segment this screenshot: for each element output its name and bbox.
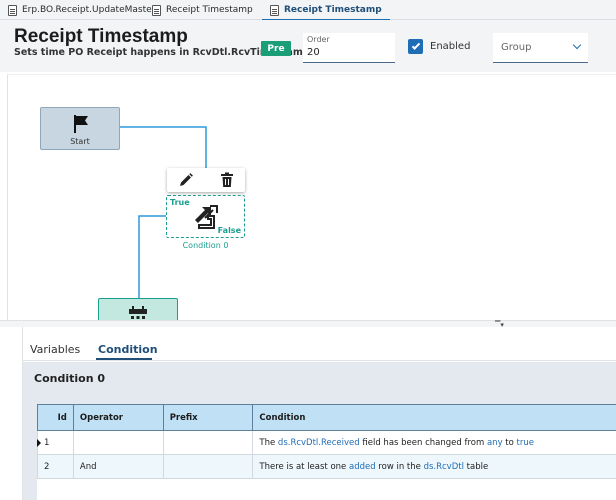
cell-id[interactable]: 1 [37, 430, 74, 455]
order-value[interactable]: 20 [307, 47, 320, 58]
column-header-condition[interactable]: Condition [252, 404, 616, 431]
condition-text: There is at least one [259, 461, 349, 472]
cell-id[interactable]: 2 [37, 454, 74, 479]
tab-condition[interactable]: Condition [98, 343, 158, 356]
table-row[interactable]: 2 And There is at least one added row in… [37, 454, 616, 479]
node-toolbar [167, 168, 245, 192]
enabled-label: Enabled [430, 41, 471, 52]
condition-section: Condition 0 Id Operator Prefix Condition [23, 362, 616, 500]
false-connector [138, 215, 166, 298]
true-label: True [170, 198, 190, 207]
cell-condition[interactable]: The ds.RcvDtl.Received field has been ch… [252, 430, 616, 455]
cell-operator[interactable] [72, 430, 164, 455]
document-tabs: Erp.BO.Receipt.UpdateMaster Receipt Time… [0, 0, 616, 21]
condition-link-rowstate[interactable]: added [349, 462, 376, 472]
condition-text: table [463, 461, 489, 472]
tab-label: Receipt Timestamp [284, 5, 382, 15]
page-title: Receipt Timestamp [14, 26, 188, 47]
document-icon [270, 4, 279, 16]
flag-icon [74, 115, 88, 133]
chevron-down-icon [572, 40, 582, 50]
pencil-icon[interactable] [178, 172, 194, 188]
order-field[interactable]: Order 20 [303, 33, 395, 63]
start-node[interactable]: Start [40, 107, 120, 150]
condition-title: Condition 0 [34, 372, 106, 385]
condition-node[interactable]: True False [166, 195, 245, 238]
condition-text: row in the [375, 461, 424, 472]
tab-divider [23, 360, 616, 361]
cell-prefix[interactable] [162, 430, 254, 455]
panel-splitter[interactable]: ▔▾ [0, 320, 616, 329]
cell-condition[interactable]: There is at least one added row in the d… [252, 454, 616, 479]
row-id: 1 [44, 437, 50, 448]
column-header-id[interactable]: Id [37, 404, 74, 431]
trash-icon[interactable] [220, 172, 234, 188]
cell-prefix[interactable] [162, 454, 254, 479]
condition-link-table[interactable]: ds.RcvDtl [424, 462, 464, 472]
enabled-checkbox[interactable] [408, 39, 423, 54]
properties-panel: Variables Condition Condition 0 Id Opera… [22, 327, 616, 500]
directive-header: Receipt Timestamp Sets time PO Receipt h… [0, 20, 616, 72]
tab-receipt-timestamp-1[interactable]: Receipt Timestamp [152, 0, 253, 20]
order-label: Order [307, 35, 330, 44]
condition-table: Id Operator Prefix Condition 1 The ds.Rc… [37, 404, 616, 479]
condition-text: field has been changed from [359, 437, 487, 448]
condition-link-from[interactable]: any [487, 438, 503, 448]
document-icon [152, 4, 161, 16]
checkmark-icon [411, 40, 420, 50]
start-connector [120, 126, 207, 168]
condition-grid: Id Operator Prefix Condition 1 The ds.Rc… [37, 404, 616, 500]
condition-text: The [259, 437, 278, 448]
tab-receipt-timestamp-2[interactable]: Receipt Timestamp [262, 0, 390, 21]
table-header-row: Id Operator Prefix Condition [37, 404, 616, 431]
table-row[interactable]: 1 The ds.RcvDtl.Received field has been … [37, 430, 616, 455]
condition-arrows-icon [195, 205, 218, 229]
tab-label: Erp.BO.Receipt.UpdateMaster [22, 5, 156, 15]
tab-label: Receipt Timestamp [166, 5, 253, 15]
current-row-marker-icon [37, 439, 41, 447]
tab-update-master[interactable]: Erp.BO.Receipt.UpdateMaster [8, 0, 155, 20]
column-header-operator[interactable]: Operator [72, 404, 164, 431]
condition-caption: Condition 0 [182, 241, 229, 250]
group-placeholder: Group [501, 42, 532, 53]
workflow-canvas[interactable]: Start True False Condition 0 [7, 74, 616, 328]
column-header-prefix[interactable]: Prefix [162, 404, 254, 431]
tab-variables[interactable]: Variables [30, 343, 80, 356]
document-icon [8, 4, 17, 16]
cell-operator[interactable]: And [72, 454, 164, 479]
condition-link-field[interactable]: ds.RcvDtl.Received [278, 438, 360, 448]
condition-text: to [502, 437, 517, 448]
start-label: Start [70, 137, 90, 146]
false-label: False [217, 226, 241, 235]
pre-badge: Pre [261, 41, 291, 56]
group-select[interactable]: Group [493, 33, 588, 63]
condition-link-to[interactable]: true [517, 438, 534, 448]
